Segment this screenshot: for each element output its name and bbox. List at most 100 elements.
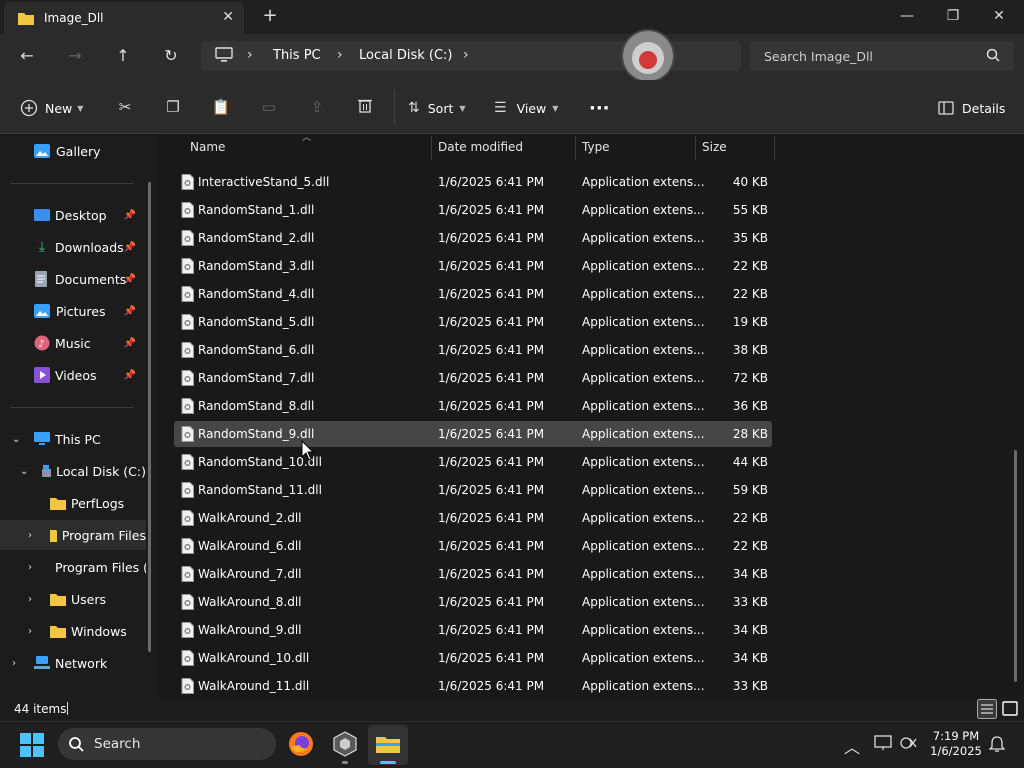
sidebar-item-windows[interactable]: › Windows bbox=[0, 616, 146, 646]
sidebar-item-documents[interactable]: Documents 📌 bbox=[0, 264, 146, 294]
details-view-icon[interactable] bbox=[977, 699, 997, 719]
details-button[interactable]: Details bbox=[938, 97, 1005, 119]
back-button[interactable]: ← bbox=[13, 44, 41, 68]
refresh-button[interactable]: ↻ bbox=[157, 44, 185, 68]
column-divider[interactable] bbox=[695, 136, 696, 160]
table-row[interactable]: RandomStand_3.dll 1/6/2025 6:41 PM Applica… bbox=[174, 253, 772, 279]
sidebar-item-local-disk[interactable]: ⌄ Local Disk (C:) bbox=[0, 456, 146, 486]
file-explorer-taskbar-button[interactable] bbox=[368, 725, 408, 765]
column-header-type[interactable]: Type bbox=[582, 140, 610, 154]
table-row[interactable]: RandomStand_9.dll 1/6/2025 6:41 PM Applica… bbox=[174, 421, 772, 447]
paste-icon[interactable]: 📋 bbox=[211, 97, 231, 117]
table-row[interactable]: RandomStand_7.dll 1/6/2025 6:41 PM Applica… bbox=[174, 365, 772, 391]
app-launcher-icon[interactable] bbox=[333, 731, 357, 757]
pin-icon[interactable]: 📌 bbox=[124, 242, 136, 253]
minimize-button[interactable]: — bbox=[884, 4, 930, 28]
table-row[interactable]: WalkAround_9.dll 1/6/2025 6:41 PM Applicat… bbox=[174, 617, 772, 643]
file-size: 22 KB bbox=[732, 539, 768, 553]
file-name: WalkAround_9.dll bbox=[198, 623, 302, 637]
chevron-up-icon[interactable]: ︿ bbox=[844, 734, 860, 758]
status-bar: 44 items bbox=[0, 697, 1024, 721]
share-icon[interactable]: ⇪ bbox=[307, 97, 327, 117]
column-divider[interactable] bbox=[575, 136, 576, 160]
table-row[interactable]: RandomStand_4.dll 1/6/2025 6:41 PM Applica… bbox=[174, 281, 772, 307]
table-row[interactable]: InteractiveStand_5.dll 1/6/2025 6:41 PM Ap… bbox=[174, 169, 772, 195]
sidebar-item-videos[interactable]: Videos 📌 bbox=[0, 360, 146, 390]
sidebar-item-perflogs[interactable]: PerfLogs bbox=[0, 488, 146, 518]
column-divider[interactable] bbox=[774, 136, 775, 160]
table-row[interactable]: RandomStand_8.dll 1/6/2025 6:41 PM Applica… bbox=[174, 393, 772, 419]
table-row[interactable]: RandomStand_5.dll 1/6/2025 6:41 PM Applica… bbox=[174, 309, 772, 335]
notification-bell-icon[interactable] bbox=[989, 736, 1005, 752]
file-size: 34 KB bbox=[732, 651, 768, 665]
display-icon[interactable] bbox=[874, 735, 892, 751]
clock[interactable]: 7:19 PM 1/6/2025 bbox=[926, 729, 986, 759]
search-input[interactable]: Search Image_Dll bbox=[764, 49, 873, 64]
breadcrumb-this-pc[interactable]: This PC bbox=[273, 48, 321, 63]
file-name: RandomStand_6.dll bbox=[198, 343, 315, 357]
sidebar-item-network[interactable]: › Network bbox=[0, 648, 146, 678]
new-button[interactable]: New ▼ bbox=[20, 97, 83, 119]
table-row[interactable]: RandomStand_11.dll 1/6/2025 6:41 PM Applic… bbox=[174, 477, 772, 503]
pin-icon[interactable]: 📌 bbox=[124, 210, 136, 221]
windows-start-icon[interactable] bbox=[20, 733, 44, 757]
chevron-down-icon[interactable]: ⌄ bbox=[12, 434, 20, 445]
sidebar-item-gallery[interactable]: Gallery bbox=[0, 136, 146, 166]
sidebar-item-pictures[interactable]: Pictures 📌 bbox=[0, 296, 146, 326]
table-row[interactable]: RandomStand_6.dll 1/6/2025 6:41 PM Applica… bbox=[174, 337, 772, 363]
new-tab-button[interactable]: + bbox=[258, 5, 282, 26]
close-button[interactable]: ✕ bbox=[976, 4, 1022, 28]
tiles-view-icon[interactable] bbox=[1000, 699, 1020, 719]
tab-close-icon[interactable]: ✕ bbox=[222, 9, 234, 25]
up-button[interactable]: ↑ bbox=[109, 44, 137, 68]
forward-button[interactable]: → bbox=[61, 44, 89, 68]
pin-icon[interactable]: 📌 bbox=[124, 306, 136, 317]
cut-icon[interactable]: ✂ bbox=[115, 97, 135, 117]
search-icon[interactable] bbox=[986, 48, 1000, 62]
rename-icon[interactable]: ▭ bbox=[259, 97, 279, 117]
chevron-down-icon[interactable]: ⌄ bbox=[20, 466, 28, 477]
firefox-icon[interactable] bbox=[288, 731, 314, 757]
column-divider[interactable] bbox=[431, 136, 432, 160]
column-header-date[interactable]: Date modified bbox=[438, 140, 523, 154]
sidebar-item-music[interactable]: ♪ Music 📌 bbox=[0, 328, 146, 358]
chevron-right-icon[interactable]: › bbox=[28, 562, 32, 573]
sidebar-item-program-files-x86[interactable]: › Program Files (x86) bbox=[0, 552, 146, 582]
tab-image-dll[interactable]: Image_Dll ✕ bbox=[4, 2, 244, 34]
maximize-button[interactable]: ❐ bbox=[930, 4, 976, 28]
pin-icon[interactable]: 📌 bbox=[124, 274, 136, 285]
chevron-right-icon[interactable]: › bbox=[12, 658, 16, 669]
sort-button[interactable]: ⇅ Sort ▼ bbox=[408, 97, 466, 119]
sidebar-item-this-pc[interactable]: ⌄ This PC bbox=[0, 424, 146, 454]
table-row[interactable]: RandomStand_10.dll 1/6/2025 6:41 PM Applic… bbox=[174, 449, 772, 475]
sidebar-item-desktop[interactable]: Desktop 📌 bbox=[0, 200, 146, 230]
table-row[interactable]: WalkAround_7.dll 1/6/2025 6:41 PM Applicat… bbox=[174, 561, 772, 587]
view-button[interactable]: ☰ View ▼ bbox=[494, 97, 558, 119]
sidebar-item-program-files[interactable]: › Program Files bbox=[0, 520, 146, 550]
chevron-right-icon[interactable]: › bbox=[28, 530, 32, 541]
table-row[interactable]: WalkAround_8.dll 1/6/2025 6:41 PM Applicat… bbox=[174, 589, 772, 615]
column-header-name[interactable]: Name bbox=[190, 140, 225, 154]
table-row[interactable]: WalkAround_6.dll 1/6/2025 6:41 PM Applicat… bbox=[174, 533, 772, 559]
breadcrumb-local-disk[interactable]: Local Disk (C:) bbox=[359, 48, 452, 63]
delete-icon[interactable] bbox=[355, 97, 375, 117]
taskbar-search[interactable]: Search bbox=[58, 728, 276, 760]
table-row[interactable]: WalkAround_11.dll 1/6/2025 6:41 PM Applica… bbox=[174, 673, 772, 699]
chevron-right-icon[interactable]: › bbox=[28, 594, 32, 605]
sidebar-scrollbar[interactable] bbox=[148, 182, 151, 652]
chevron-right-icon[interactable]: › bbox=[28, 626, 32, 637]
sidebar-item-downloads[interactable]: ⤓ Downloads 📌 bbox=[0, 232, 146, 262]
table-row[interactable]: WalkAround_2.dll 1/6/2025 6:41 PM Applicat… bbox=[174, 505, 772, 531]
pin-icon[interactable]: 📌 bbox=[124, 370, 136, 381]
pin-icon[interactable]: 📌 bbox=[124, 338, 136, 349]
table-row[interactable]: RandomStand_2.dll 1/6/2025 6:41 PM Applica… bbox=[174, 225, 772, 251]
table-row[interactable]: RandomStand_1.dll 1/6/2025 6:41 PM Applica… bbox=[174, 197, 772, 223]
sidebar-item-users[interactable]: › Users bbox=[0, 584, 146, 614]
more-options-button[interactable]: ··· bbox=[589, 97, 610, 119]
copy-icon[interactable]: ❐ bbox=[163, 97, 183, 117]
table-row[interactable]: WalkAround_10.dll 1/6/2025 6:41 PM Applica… bbox=[174, 645, 772, 671]
column-header-size[interactable]: Size bbox=[702, 140, 727, 154]
network-status-icon[interactable] bbox=[900, 735, 918, 751]
file-list-scrollbar[interactable] bbox=[1014, 450, 1017, 682]
search-box[interactable]: Search Image_Dll bbox=[750, 41, 1014, 71]
